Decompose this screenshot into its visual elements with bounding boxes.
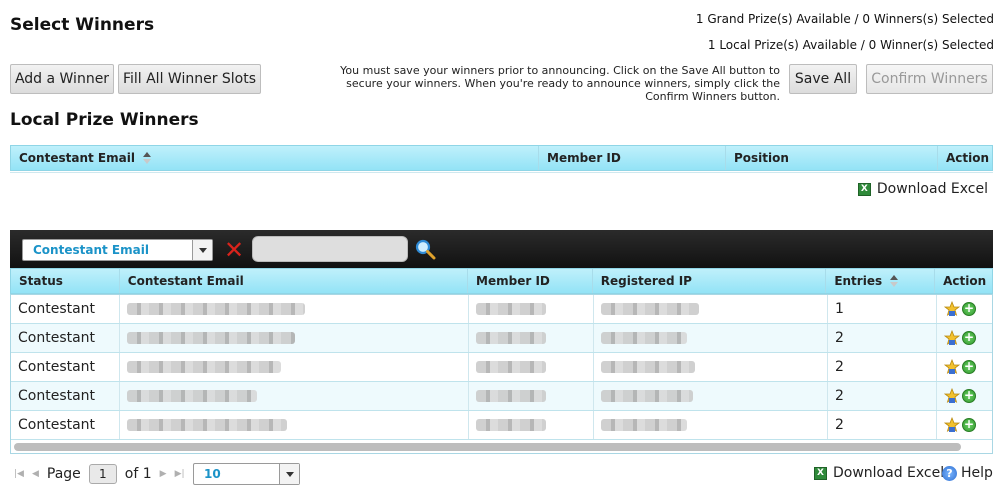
cell-entries: 2 <box>828 353 937 381</box>
page-count-label: of 1 <box>124 466 152 482</box>
cell-status: Contestant <box>11 353 120 381</box>
cell-action: + <box>937 353 992 381</box>
contestants-grid-header: Status Contestant Email Member ID Regist… <box>10 268 993 294</box>
cell-member-id <box>469 324 594 352</box>
add-circle-icon[interactable]: + <box>962 302 976 316</box>
cell-email <box>120 295 469 323</box>
first-page-icon[interactable]: |◀ <box>14 469 24 479</box>
col-position[interactable]: Position <box>726 146 938 170</box>
filter-field-select[interactable]: Contestant Email <box>22 239 213 261</box>
cell-member-id <box>469 411 594 439</box>
local-prize-info: 1 Local Prize(s) Available / 0 Winner(s)… <box>707 38 994 52</box>
cell-action: + <box>937 411 992 439</box>
cell-ip <box>594 382 828 410</box>
cell-entries: 2 <box>828 382 937 410</box>
cell-status: Contestant <box>11 382 120 410</box>
cell-ip <box>594 411 828 439</box>
cell-action: + <box>937 324 992 352</box>
table-row[interactable]: Contestant 2 + <box>11 411 992 440</box>
help-link[interactable]: ? Help <box>942 465 993 481</box>
add-circle-icon[interactable]: + <box>962 418 976 432</box>
cell-member-id <box>469 353 594 381</box>
col-member-id[interactable]: Member ID <box>539 146 726 170</box>
col-registered-ip[interactable]: Registered IP <box>593 269 827 293</box>
cell-ip <box>594 353 828 381</box>
sort-icon[interactable] <box>890 275 899 287</box>
help-icon: ? <box>942 465 957 481</box>
horizontal-scrollbar[interactable] <box>14 443 961 451</box>
table-row[interactable]: Contestant 2 + <box>11 324 992 353</box>
page-title: Select Winners <box>10 15 155 35</box>
award-icon[interactable] <box>944 359 960 375</box>
award-icon[interactable] <box>944 388 960 404</box>
download-excel-link-bottom[interactable]: X Download Excel <box>814 465 944 481</box>
chevron-down-icon[interactable] <box>192 240 212 260</box>
cell-action: + <box>937 382 992 410</box>
table-row[interactable]: Contestant 2 + <box>11 382 992 411</box>
award-icon[interactable] <box>944 417 960 433</box>
award-icon[interactable] <box>944 301 960 317</box>
table-row[interactable]: Contestant 1 + <box>11 295 992 324</box>
winners-grid-header: Contestant Email Member ID Position Acti… <box>10 145 993 171</box>
col-action: Action <box>946 151 990 165</box>
col-member-id[interactable]: Member ID <box>468 269 593 293</box>
prev-page-icon[interactable]: ◀ <box>32 469 39 479</box>
add-circle-icon[interactable]: + <box>962 360 976 374</box>
page-size-select[interactable]: 10 <box>193 463 300 485</box>
excel-icon: X <box>857 182 871 196</box>
page-number-input[interactable]: 1 <box>88 464 117 484</box>
contestants-grid-body: Contestant 1 + Contestant 2 + Contestant <box>10 294 993 454</box>
chevron-down-icon[interactable] <box>279 464 299 484</box>
cell-ip <box>594 324 828 352</box>
cell-status: Contestant <box>11 324 120 352</box>
cell-member-id <box>469 382 594 410</box>
grand-prize-info: 1 Grand Prize(s) Available / 0 Winners(s… <box>695 12 994 26</box>
table-row[interactable]: Contestant 2 + <box>11 353 992 382</box>
cell-member-id <box>469 295 594 323</box>
col-action: Action <box>943 274 987 288</box>
cell-entries: 1 <box>828 295 937 323</box>
col-entries[interactable]: Entries <box>826 269 936 293</box>
col-label: Entries <box>834 274 883 288</box>
cell-email <box>120 324 469 352</box>
help-label: Help <box>961 465 993 481</box>
download-excel-label: Download Excel <box>876 181 988 197</box>
add-winner-button[interactable]: Add a Winner <box>10 64 114 94</box>
section-title-local-prize-winners: Local Prize Winners <box>10 110 199 130</box>
clear-filter-icon[interactable]: ✕ <box>222 238 246 262</box>
award-icon[interactable] <box>944 330 960 346</box>
cell-entries: 2 <box>828 324 937 352</box>
cell-action: + <box>937 295 992 323</box>
page-label: Page <box>46 466 81 482</box>
col-contestant-email[interactable]: Contestant Email <box>11 146 539 170</box>
next-page-icon[interactable]: ▶ <box>160 469 167 479</box>
last-page-icon[interactable]: ▶| <box>175 469 185 479</box>
download-excel-label: Download Excel <box>833 465 945 481</box>
search-input[interactable] <box>252 236 408 262</box>
pager: |◀ ◀ Page 1 of 1 ▶ ▶| <box>14 463 185 485</box>
search-icon[interactable] <box>414 238 436 260</box>
cell-email <box>120 353 469 381</box>
cell-email <box>120 382 469 410</box>
col-status[interactable]: Status <box>11 269 120 293</box>
download-excel-link[interactable]: X Download Excel <box>857 181 988 197</box>
col-contestant-email[interactable]: Contestant Email <box>120 269 469 293</box>
save-all-button[interactable]: Save All <box>789 64 857 94</box>
excel-icon: X <box>814 466 827 480</box>
cell-entries: 2 <box>828 411 937 439</box>
winners-grid-body <box>10 172 993 173</box>
filter-field-value: Contestant Email <box>33 243 149 257</box>
cell-status: Contestant <box>11 411 120 439</box>
save-notice: You must save your winners prior to anno… <box>340 64 780 103</box>
cell-email <box>120 411 469 439</box>
fill-winner-slots-button[interactable]: Fill All Winner Slots <box>118 64 261 94</box>
col-label: Contestant Email <box>19 151 135 165</box>
sort-icon[interactable] <box>142 152 151 164</box>
page-size-value: 10 <box>204 467 221 481</box>
cell-ip <box>594 295 828 323</box>
add-circle-icon[interactable]: + <box>962 389 976 403</box>
add-circle-icon[interactable]: + <box>962 331 976 345</box>
confirm-winners-button[interactable]: Confirm Winners <box>866 64 993 94</box>
cell-status: Contestant <box>11 295 120 323</box>
